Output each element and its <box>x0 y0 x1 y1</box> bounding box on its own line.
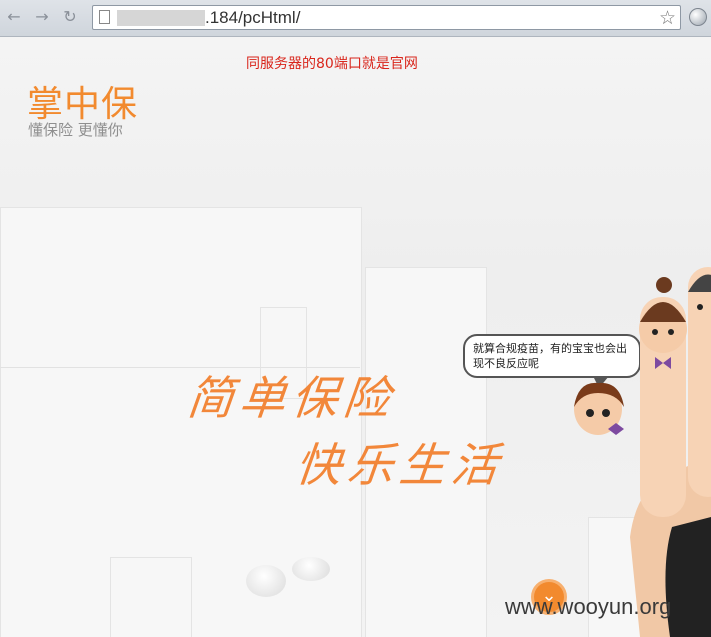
redacted-host <box>117 10 205 26</box>
background-lamp <box>246 565 286 597</box>
background-lamp <box>292 557 330 581</box>
page-content: 同服务器的80端口就是官网 掌中保 懂保险 更懂你 简单保险 快乐生活 就算合规… <box>0 37 711 637</box>
slogan: 懂保险 更懂你 <box>28 121 123 139</box>
hero-title-line2: 快乐生活 <box>292 438 507 492</box>
star-icon[interactable]: ☆ <box>659 7 676 29</box>
forward-arrow-icon[interactable]: → <box>32 7 52 27</box>
notice-text: 同服务器的80端口就是官网 <box>246 56 418 72</box>
globe-icon[interactable] <box>689 8 707 26</box>
url-text[interactable]: .184/pcHtml/ <box>205 8 300 28</box>
browser-toolbar: ← → ↻ .184/pcHtml/ ☆ <box>0 0 711 37</box>
puppet-head-illustration <box>574 382 624 435</box>
page-icon <box>99 10 110 24</box>
watermark: www.wooyun.org <box>505 594 672 619</box>
address-bar[interactable]: .184/pcHtml/ ☆ <box>92 5 681 30</box>
back-arrow-icon[interactable]: ← <box>4 7 24 27</box>
reload-icon[interactable]: ↻ <box>60 7 80 27</box>
background-cabinet <box>110 557 192 637</box>
hero-title-line1: 简单保险 <box>184 371 399 425</box>
